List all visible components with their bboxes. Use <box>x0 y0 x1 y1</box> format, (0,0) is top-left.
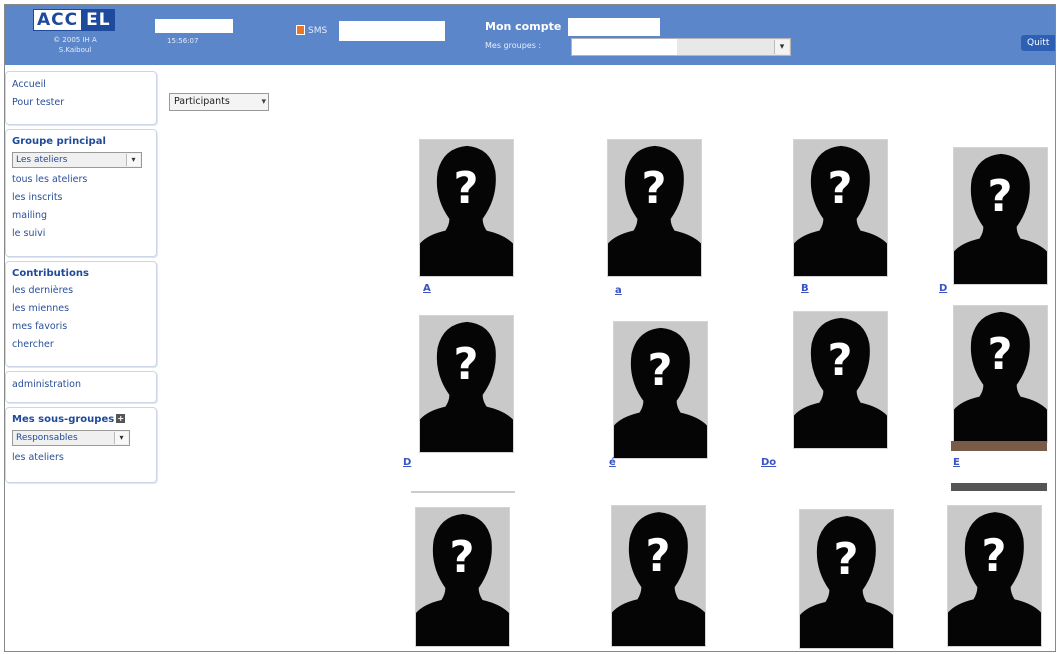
participant-photo[interactable]: ? <box>793 311 888 449</box>
subgroups-select[interactable]: Responsables ▾ <box>12 430 130 446</box>
sidebar-box-main-group: Groupe principal Les ateliers ▾ tous les… <box>5 129 157 257</box>
svg-text:?: ? <box>988 330 1013 380</box>
unknown-person-icon: ? <box>612 512 705 646</box>
participant-photo[interactable]: ? <box>799 509 894 649</box>
sidebar-box-contributions: Contributions les dernières les miennes … <box>5 261 157 367</box>
unknown-person-icon: ? <box>948 512 1041 646</box>
unknown-person-icon: ? <box>954 153 1047 284</box>
svg-text:?: ? <box>648 346 673 396</box>
main-group-title: Groupe principal <box>12 136 106 147</box>
participant-photo[interactable]: ? <box>793 139 888 277</box>
svg-text:?: ? <box>982 530 1007 582</box>
svg-text:?: ? <box>642 164 667 214</box>
participant-name-link[interactable]: Do <box>761 457 776 468</box>
chevron-down-icon[interactable]: ▾ <box>261 94 266 110</box>
sidebar-item-administration[interactable]: administration <box>12 376 150 394</box>
participant-name-link[interactable]: D <box>939 283 947 294</box>
view-select[interactable]: Participants ▾ <box>169 93 269 111</box>
participant-name-link[interactable]: D <box>403 457 411 468</box>
sms-label[interactable]: SMS <box>308 26 327 36</box>
participant-photo[interactable]: ? <box>953 147 1048 285</box>
svg-text:?: ? <box>454 164 479 214</box>
logo-sub-line1: © 2005 IH A <box>53 36 97 44</box>
sidebar-item-registered[interactable]: les inscrits <box>12 189 150 207</box>
sidebar-item-test[interactable]: Pour tester <box>12 94 150 112</box>
plus-icon[interactable]: + <box>116 414 126 423</box>
sidebar-box-subgroups: Mes sous-groupes + Responsables ▾ les ate… <box>5 407 157 483</box>
logo-sub-line2: S.Kaiboul <box>58 46 92 54</box>
participant-name-link[interactable]: B <box>801 283 809 294</box>
unknown-person-icon: ? <box>794 145 887 276</box>
sidebar: Accueil Pour tester Groupe principal Les… <box>5 71 157 487</box>
sidebar-item-tracking[interactable]: le suivi <box>12 225 150 243</box>
svg-text:?: ? <box>450 533 475 584</box>
svg-text:?: ? <box>828 336 853 386</box>
participant-name-link[interactable]: a <box>615 285 622 296</box>
main-group-select-value: Les ateliers <box>16 155 68 165</box>
unknown-person-icon: ? <box>800 516 893 648</box>
sidebar-item-mailing[interactable]: mailing <box>12 207 150 225</box>
unknown-person-icon: ? <box>608 145 701 276</box>
participant-name-link[interactable]: E <box>953 457 960 468</box>
unknown-person-icon: ? <box>420 145 513 276</box>
sidebar-box-home: Accueil Pour tester <box>5 71 157 125</box>
sidebar-item-mine[interactable]: les miennes <box>12 300 150 318</box>
sidebar-item-favorites[interactable]: mes favoris <box>12 318 150 336</box>
photo-edge <box>951 441 1047 451</box>
redacted-account <box>568 18 660 36</box>
participant-photo[interactable]: ? <box>611 505 706 647</box>
redacted-group <box>572 39 677 55</box>
chevron-down-icon[interactable]: ▾ <box>126 154 140 166</box>
participant-photo[interactable]: ? <box>947 505 1042 647</box>
svg-text:?: ? <box>834 535 859 586</box>
unknown-person-icon: ? <box>416 514 509 646</box>
svg-text:?: ? <box>828 164 853 214</box>
contributions-title: Contributions <box>12 268 89 279</box>
account-link[interactable]: Mon compte <box>485 20 561 33</box>
logo[interactable]: ACC EL <box>33 9 115 31</box>
sidebar-item-search[interactable]: chercher <box>12 336 150 354</box>
svg-text:?: ? <box>988 172 1013 222</box>
redacted-sms-info <box>339 21 445 41</box>
chevron-down-icon[interactable]: ▾ <box>774 40 789 54</box>
logo-right: EL <box>82 9 115 31</box>
unknown-person-icon: ? <box>794 317 887 448</box>
subgroups-title-text: Mes sous-groupes <box>12 414 115 425</box>
sidebar-box-admin: administration <box>5 371 157 403</box>
participant-photo[interactable]: ? <box>953 305 1048 443</box>
unknown-person-icon: ? <box>614 327 707 458</box>
clock: 15:56:07 <box>167 37 199 45</box>
divider <box>411 491 515 493</box>
participant-name-link[interactable]: A <box>423 283 431 294</box>
chevron-down-icon[interactable]: ▾ <box>114 432 128 444</box>
unknown-person-icon: ? <box>954 311 1047 442</box>
groups-select[interactable]: ▾ <box>571 38 791 56</box>
sidebar-item-home[interactable]: Accueil <box>12 76 150 94</box>
top-header: ACC EL © 2005 IH A S.Kaiboul 15:56:07 SM… <box>5 5 1055 65</box>
participant-photo[interactable]: ? <box>415 507 510 647</box>
sidebar-item-all-workshops[interactable]: tous les ateliers <box>12 171 150 189</box>
sidebar-item-latest[interactable]: les dernières <box>12 282 150 300</box>
redacted-username <box>155 19 233 33</box>
main-group-select[interactable]: Les ateliers ▾ <box>12 152 142 168</box>
participant-name-link[interactable]: é <box>609 457 616 468</box>
quit-button[interactable]: Quitt <box>1021 35 1055 51</box>
view-select-value: Participants <box>174 96 230 107</box>
logo-left: ACC <box>33 9 83 31</box>
groups-label: Mes groupes : <box>485 41 542 50</box>
participant-photo[interactable]: ? <box>613 321 708 459</box>
participant-photo[interactable]: ? <box>419 315 514 453</box>
participant-photo[interactable]: ? <box>419 139 514 277</box>
svg-text:?: ? <box>454 340 479 390</box>
logo-subtitle: © 2005 IH A S.Kaiboul <box>35 35 115 55</box>
subgroups-select-value: Responsables <box>16 433 78 443</box>
sidebar-item-sub-workshops[interactable]: les ateliers <box>12 449 150 467</box>
browser-frame: ACC EL © 2005 IH A S.Kaiboul 15:56:07 SM… <box>4 4 1056 652</box>
photo-edge <box>951 483 1047 491</box>
sms-icon[interactable] <box>296 25 305 35</box>
participant-photo[interactable]: ? <box>607 139 702 277</box>
svg-text:?: ? <box>646 530 671 582</box>
unknown-person-icon: ? <box>420 321 513 452</box>
subgroups-title: Mes sous-groupes + <box>12 412 150 428</box>
